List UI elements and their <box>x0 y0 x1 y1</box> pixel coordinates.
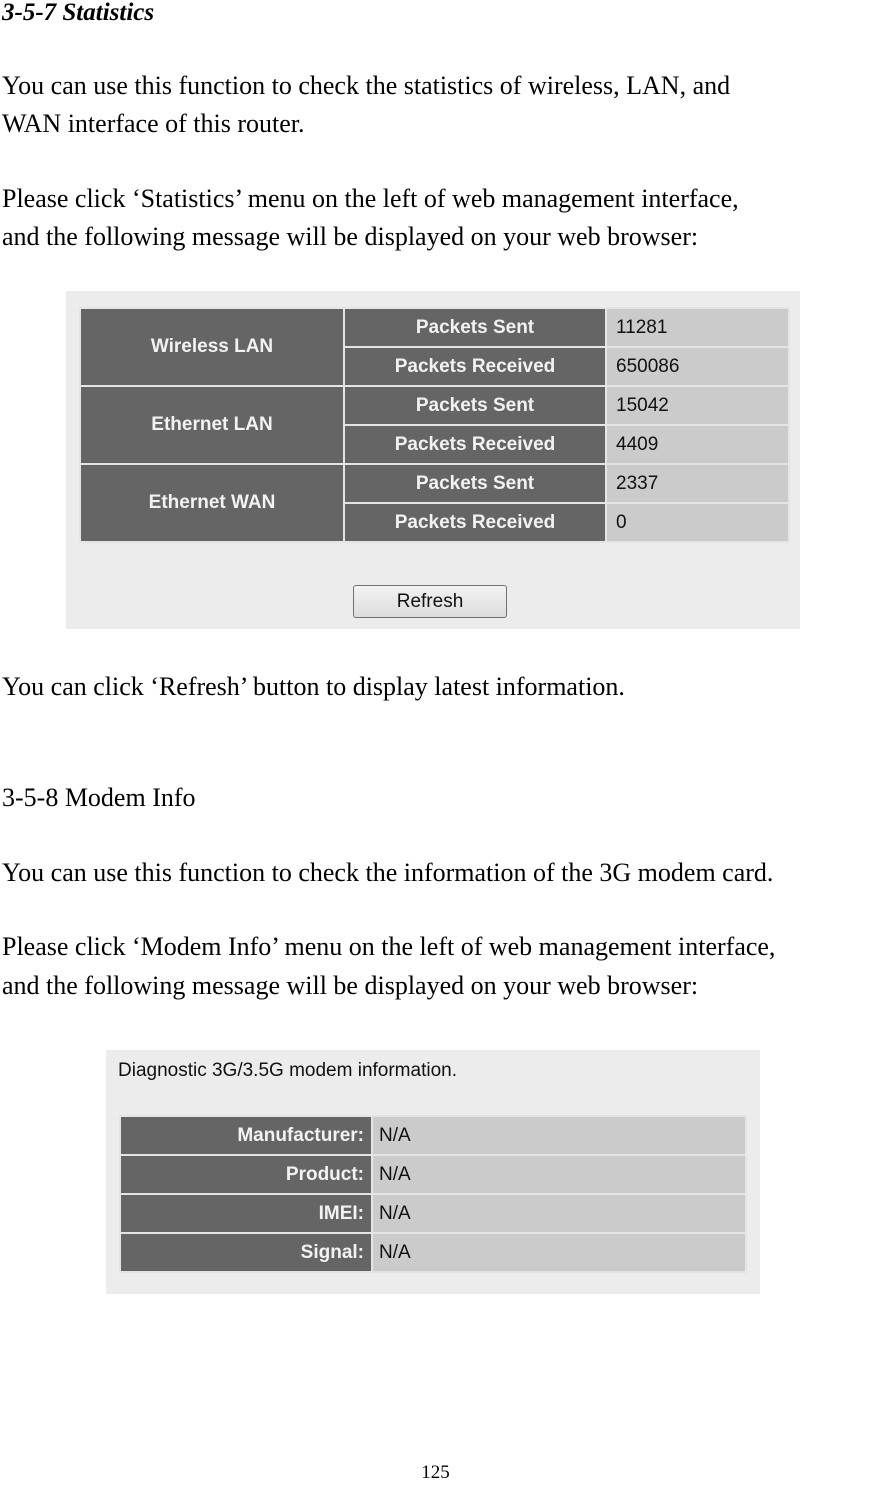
section-heading-statistics: 3-5-7 Statistics <box>2 0 155 26</box>
table-row: Ethernet WAN Packets Sent 2337 <box>79 463 790 543</box>
field-label: Product: <box>119 1154 373 1195</box>
metric-value: 2337 <box>605 463 790 504</box>
table-row: Manufacturer: N/A <box>119 1115 747 1156</box>
paragraph-statistics-intro-line1: You can use this function to check the s… <box>2 71 731 100</box>
field-value: N/A <box>371 1193 747 1234</box>
paragraph-modem-howto-line1: Please click ‘Modem Info’ menu on the le… <box>2 932 776 961</box>
field-label: IMEI: <box>119 1193 373 1234</box>
metric-label: Packets Received <box>343 502 607 543</box>
metric-value: 15042 <box>605 385 790 426</box>
interface-label: Ethernet LAN <box>79 385 345 465</box>
section-heading-modem-info: 3-5-8 Modem Info <box>2 783 196 812</box>
field-value: N/A <box>371 1232 747 1273</box>
interface-label: Wireless LAN <box>79 307 345 387</box>
field-value: N/A <box>371 1154 747 1195</box>
metric-label: Packets Sent <box>343 463 607 504</box>
modem-info-table: Manufacturer: N/A Product: N/A IMEI: N/A… <box>119 1115 747 1273</box>
metric-label: Packets Sent <box>343 307 607 348</box>
paragraph-modem-intro: You can use this function to check the i… <box>2 858 774 887</box>
table-row: Ethernet LAN Packets Sent 15042 <box>79 385 790 465</box>
metric-value: 11281 <box>605 307 790 348</box>
paragraph-statistics-intro-line2: WAN interface of this router. <box>2 109 305 138</box>
metric-value: 4409 <box>605 424 790 465</box>
page-number: 125 <box>421 1462 450 1483</box>
table-row: IMEI: N/A <box>119 1193 747 1234</box>
modem-caption: Diagnostic 3G/3.5G modem information. <box>118 1060 457 1081</box>
interface-label: Ethernet WAN <box>79 463 345 543</box>
paragraph-statistics-howto-line2: and the following message will be displa… <box>2 222 699 251</box>
table-row: Signal: N/A <box>119 1232 747 1273</box>
metric-value: 0 <box>605 502 790 543</box>
paragraph-modem-howto-line2: and the following message will be displa… <box>2 971 699 1000</box>
metric-label: Packets Received <box>343 424 607 465</box>
refresh-button[interactable]: Refresh <box>353 585 507 618</box>
table-row: Product: N/A <box>119 1154 747 1195</box>
field-label: Signal: <box>119 1232 373 1273</box>
table-row: Wireless LAN Packets Sent 11281 <box>79 307 790 387</box>
paragraph-refresh-note: You can click ‘Refresh’ button to displa… <box>2 672 625 701</box>
field-label: Manufacturer: <box>119 1115 373 1156</box>
paragraph-statistics-howto-line1: Please click ‘Statistics’ menu on the le… <box>2 184 739 213</box>
field-value: N/A <box>371 1115 747 1156</box>
statistics-screenshot-panel: Wireless LAN Packets Sent 11281 Packets … <box>66 291 800 629</box>
statistics-table: Wireless LAN Packets Sent 11281 Packets … <box>79 307 790 543</box>
metric-label: Packets Sent <box>343 385 607 426</box>
modem-info-screenshot-panel: Diagnostic 3G/3.5G modem information. Ma… <box>106 1050 760 1294</box>
metric-label: Packets Received <box>343 346 607 387</box>
metric-value: 650086 <box>605 346 790 387</box>
